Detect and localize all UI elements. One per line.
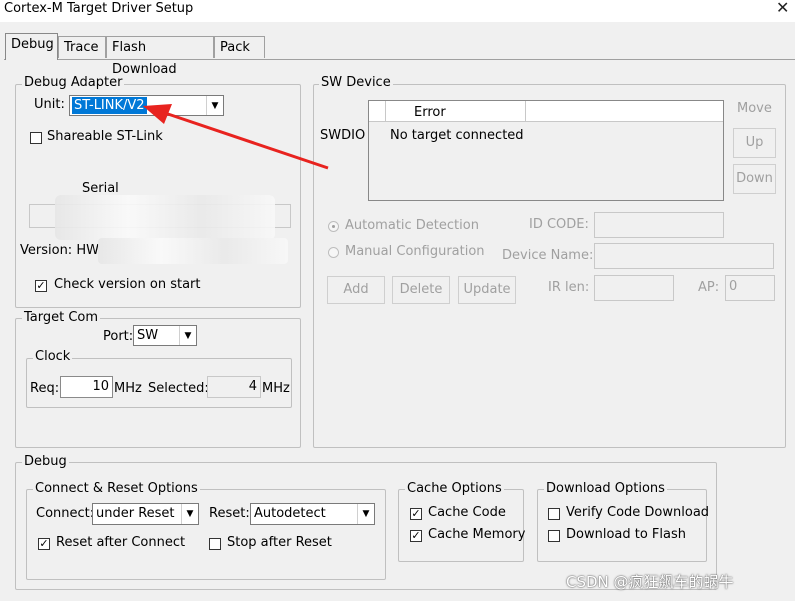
annotation-arrow-overlay [143, 104, 329, 170]
annotation-arrow-head [143, 104, 172, 124]
tab-debug[interactable]: Debug [5, 33, 58, 60]
annotation-arrow-line [164, 111, 329, 170]
watermark-text: CSDN @疯狂飙车的蜗牛 [566, 573, 734, 591]
